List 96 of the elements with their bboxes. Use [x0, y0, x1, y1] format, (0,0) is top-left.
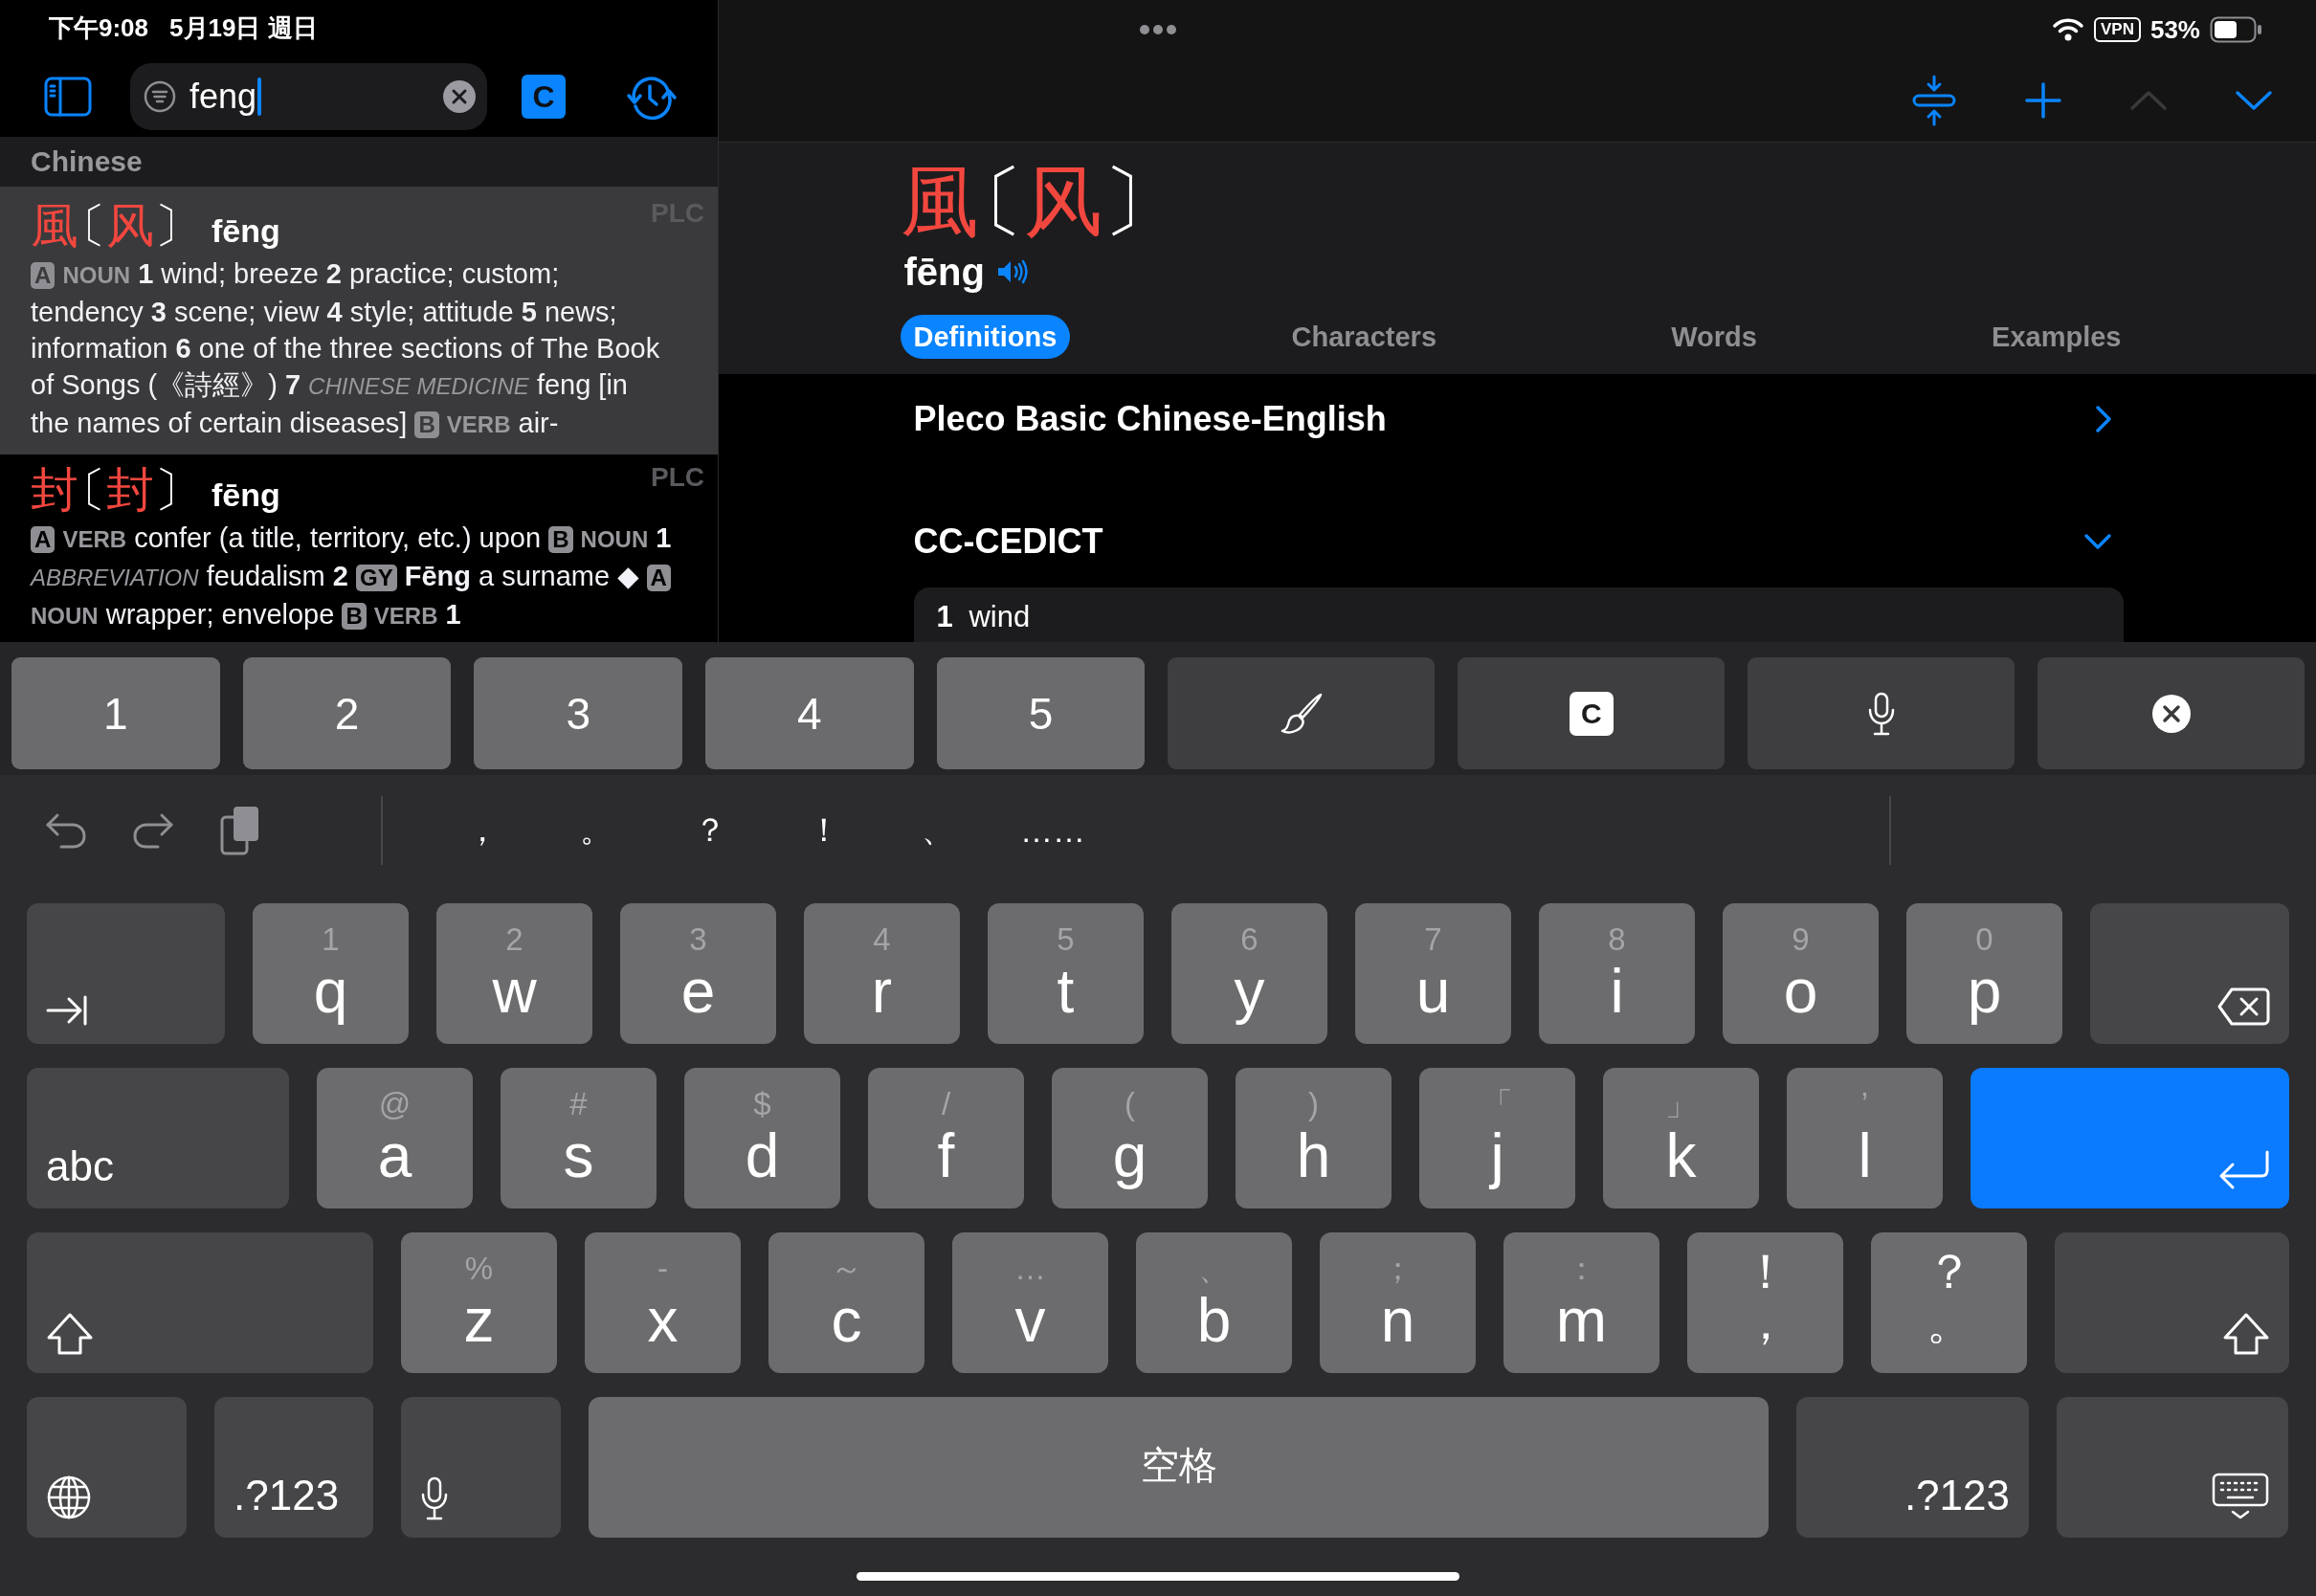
- character-mode-key[interactable]: C: [1458, 657, 1726, 769]
- shift-icon: [2222, 1312, 2270, 1356]
- globe-icon: [46, 1474, 92, 1520]
- voice-input-key[interactable]: [1748, 657, 2015, 769]
- wifi-icon: [2052, 17, 2084, 42]
- undo-icon[interactable]: [44, 811, 88, 850]
- letter-key[interactable]: 3 e: [620, 903, 776, 1044]
- dictionary-label: PLC: [651, 462, 704, 493]
- filter-icon[interactable]: [144, 80, 176, 114]
- collapse-arrows-icon[interactable]: [1911, 75, 1957, 126]
- punctuation-key[interactable]: ，: [451, 797, 514, 864]
- microphone-icon: [420, 1476, 449, 1520]
- microphone-icon: [1866, 691, 1896, 736]
- punctuation-key[interactable]: ！ ，: [1687, 1232, 1843, 1373]
- pinyin: fēng: [212, 476, 280, 514]
- letter-key[interactable]: 、 b: [1136, 1232, 1292, 1373]
- headword: 封〔封〕: [31, 462, 202, 519]
- letter-key[interactable]: 7 u: [1355, 903, 1511, 1044]
- letter-key[interactable]: 9 o: [1723, 903, 1879, 1044]
- definition-text: A VERB confer (a title, territory, etc.) upon B NOUN 1 ABBREVIATION feudalism 2 GY Fēng a surname ◆ A NOUN wrapper; envelope B VERB 1: [31, 521, 672, 632]
- mode-button[interactable]: C: [522, 75, 566, 120]
- battery-percentage: 53%: [2149, 14, 2200, 45]
- letter-key[interactable]: … v: [952, 1232, 1108, 1373]
- sense-text: 1 wind: [936, 599, 1032, 635]
- sidebar-icon[interactable]: [44, 77, 92, 118]
- letter-key[interactable]: ’ l: [1787, 1068, 1943, 1208]
- dictionary-title: CC-CEDICT: [913, 521, 1103, 562]
- delete-icon: [2216, 986, 2270, 1027]
- shift-icon: [46, 1312, 94, 1356]
- symbols-key[interactable]: .?123: [214, 1397, 373, 1538]
- punctuation-key[interactable]: ？: [679, 797, 742, 864]
- battery-icon: [2210, 16, 2263, 43]
- letter-key[interactable]: 8 i: [1539, 903, 1695, 1044]
- letter-key[interactable]: $ d: [684, 1068, 840, 1208]
- number-key[interactable]: 3: [474, 657, 683, 769]
- text-cursor: [257, 78, 262, 117]
- letter-key[interactable]: ( g: [1052, 1068, 1208, 1208]
- tab[interactable]: Examples: [1978, 315, 2135, 359]
- number-key[interactable]: 1: [11, 657, 220, 769]
- letter-key[interactable]: - x: [585, 1232, 741, 1373]
- section-header: Chinese: [0, 137, 718, 187]
- letter-key[interactable]: 5 t: [988, 903, 1144, 1044]
- letter-key[interactable]: ； n: [1320, 1232, 1476, 1373]
- speaker-icon[interactable]: [995, 258, 1029, 285]
- chevron-right-icon[interactable]: [2094, 405, 2112, 433]
- clear-key[interactable]: [2038, 657, 2305, 769]
- globe-key[interactable]: [27, 1397, 187, 1538]
- punctuation-key[interactable]: 、: [906, 797, 969, 864]
- letter-key[interactable]: % z: [401, 1232, 557, 1373]
- letter-key[interactable]: 6 y: [1171, 903, 1327, 1044]
- status-date: 5月19日 週日: [169, 12, 318, 45]
- pinyin: fēng: [903, 250, 985, 294]
- status-time: 下午9:08: [49, 12, 149, 45]
- symbols-key[interactable]: .?123: [1796, 1397, 2029, 1538]
- punctuation-key[interactable]: ？ 。: [1871, 1232, 2027, 1373]
- letter-key[interactable]: # s: [501, 1068, 657, 1208]
- number-key[interactable]: 4: [705, 657, 914, 769]
- number-key[interactable]: 5: [936, 657, 1146, 769]
- punctuation-key[interactable]: 。: [565, 797, 628, 864]
- punctuation-key[interactable]: ……: [1020, 797, 1085, 864]
- headword: 風〔风〕: [31, 198, 202, 255]
- chevron-down-icon[interactable]: [2235, 90, 2273, 111]
- letter-key[interactable]: 2 w: [436, 903, 592, 1044]
- letter-key[interactable]: 」 k: [1603, 1068, 1759, 1208]
- letter-key[interactable]: @ a: [317, 1068, 473, 1208]
- letter-key[interactable]: ) h: [1236, 1068, 1392, 1208]
- delete-key[interactable]: [2090, 903, 2289, 1044]
- punctuation-key[interactable]: ！: [792, 797, 856, 864]
- tab[interactable]: Definitions: [900, 315, 1071, 359]
- chevron-down-icon[interactable]: [2082, 533, 2112, 550]
- tab-arrow-icon: [46, 994, 88, 1027]
- result-row[interactable]: [0, 187, 718, 454]
- letter-key[interactable]: ： m: [1503, 1232, 1659, 1373]
- letter-key[interactable]: / f: [868, 1068, 1024, 1208]
- tab[interactable]: Characters: [1278, 315, 1451, 359]
- search-field[interactable]: feng: [130, 63, 487, 131]
- letter-key[interactable]: 0 p: [1906, 903, 2062, 1044]
- letter-key[interactable]: 「 j: [1419, 1068, 1575, 1208]
- keyboard-icon: [2212, 1473, 2269, 1520]
- pinyin: fēng: [212, 211, 280, 250]
- clear-circle-icon: [2150, 693, 2192, 734]
- dictionary-title: Pleco Basic Chinese-English: [913, 399, 1387, 439]
- letter-key[interactable]: 4 r: [804, 903, 960, 1044]
- tab[interactable]: Words: [1658, 315, 1770, 359]
- letter-key[interactable]: ～ c: [768, 1232, 924, 1373]
- clear-icon[interactable]: [443, 80, 476, 114]
- number-key[interactable]: 2: [242, 657, 452, 769]
- letter-key[interactable]: 1 q: [253, 903, 409, 1044]
- redo-icon[interactable]: [131, 811, 175, 850]
- definition-text: A NOUN 1 wind; breeze 2 practice; custom; tendency 3 scene; view 4 style; attitude 5 news; information 6 one of the three sections of The Book of Songs (《詩經》) 7 CHINESE MEDICINE feng [in the names of certain diseases] B VERB air-: [31, 257, 661, 440]
- space-key[interactable]: 空格: [589, 1397, 1769, 1538]
- headword: 風〔风〕: [900, 157, 1183, 247]
- vpn-indicator: VPN: [2094, 17, 2141, 42]
- abc-key[interactable]: abc: [27, 1068, 289, 1208]
- plus-icon[interactable]: [2024, 81, 2062, 120]
- multitasking-dots-icon[interactable]: [1139, 24, 1177, 35]
